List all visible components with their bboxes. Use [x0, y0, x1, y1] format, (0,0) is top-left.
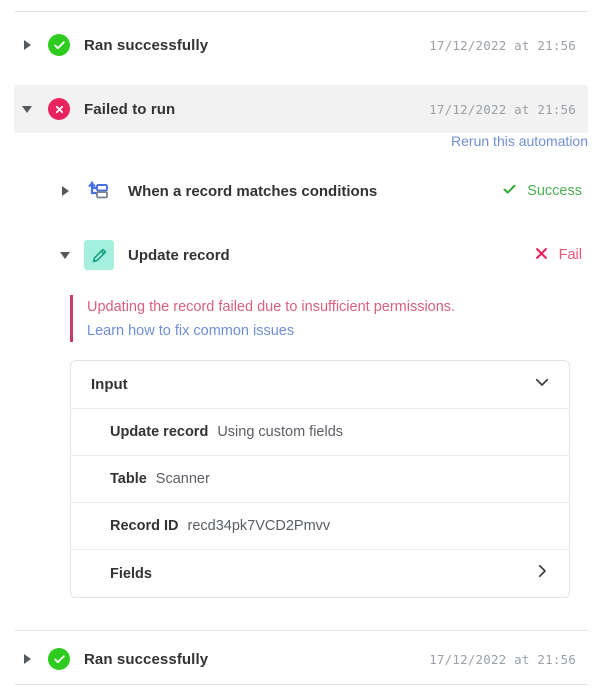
- input-row-key: Table: [110, 471, 147, 488]
- rerun-row: Rerun this automation: [0, 133, 602, 151]
- error-message-block: Updating the record failed due to insuff…: [70, 295, 602, 343]
- triangle-right-icon[interactable]: [14, 654, 40, 664]
- run-status-label: Ran successfully: [84, 36, 209, 54]
- input-row-value: recd34pk7VCD2Pmvv: [187, 518, 331, 535]
- x-mark-icon: [534, 246, 549, 265]
- check-circle-icon: [48, 34, 70, 56]
- error-message-text: Updating the record failed due to insuff…: [87, 299, 456, 315]
- input-card-row: Record ID recd34pk7VCD2Pmvv: [71, 503, 569, 551]
- input-card-header[interactable]: Input: [71, 361, 569, 410]
- input-card-row: Table Scanner: [71, 456, 569, 504]
- run-timestamp: 17/12/2022 at 21:56: [429, 651, 576, 667]
- input-card: Input Update record Using custom fields …: [70, 360, 570, 599]
- chevron-down-icon[interactable]: [533, 373, 551, 396]
- input-card-row: Update record Using custom fields: [71, 409, 569, 457]
- step-row-update-record[interactable]: Update record Fail: [0, 229, 602, 281]
- bottom-divider: [14, 630, 588, 631]
- input-row-key: Update record: [110, 424, 209, 441]
- input-row-key: Record ID: [110, 518, 179, 535]
- run-timestamp: 17/12/2022 at 21:56: [429, 101, 576, 117]
- triangle-down-icon[interactable]: [54, 251, 76, 259]
- rerun-automation-link[interactable]: Rerun this automation: [451, 133, 588, 149]
- run-timestamp: 17/12/2022 at 21:56: [429, 37, 576, 53]
- input-row-key: Fields: [110, 565, 152, 582]
- step-status-text: Success: [527, 183, 582, 199]
- run-status-label: Ran successfully: [84, 650, 209, 668]
- top-divider: [14, 11, 588, 12]
- triangle-right-icon[interactable]: [14, 40, 40, 50]
- step-label: When a record matches conditions: [128, 182, 378, 200]
- run-row-failed[interactable]: Failed to run 17/12/2022 at 21:56: [14, 85, 588, 133]
- triangle-down-icon[interactable]: [14, 105, 40, 113]
- triangle-right-icon[interactable]: [54, 186, 76, 196]
- step-status-text: Fail: [558, 247, 582, 263]
- step-label: Update record: [128, 246, 230, 264]
- step-row-trigger[interactable]: When a record matches conditions Success: [0, 165, 602, 217]
- input-row-value: Scanner: [155, 471, 210, 488]
- run-status-label: Failed to run: [84, 100, 176, 118]
- check-circle-icon: [48, 648, 70, 670]
- input-row-value: Using custom fields: [217, 424, 344, 441]
- fix-common-issues-link[interactable]: Learn how to fix common issues: [87, 320, 602, 342]
- check-mark-icon: [502, 182, 517, 201]
- trigger-conditions-icon: [84, 176, 114, 206]
- x-circle-icon: [48, 98, 70, 120]
- chevron-right-icon[interactable]: [533, 562, 551, 585]
- run-row-success-bottom[interactable]: Ran successfully 17/12/2022 at 21:56: [14, 635, 588, 683]
- input-card-title: Input: [91, 376, 128, 394]
- bottom-divider-2: [14, 684, 588, 685]
- input-card-row-fields[interactable]: Fields: [71, 550, 569, 597]
- step-status-fail: Fail: [534, 246, 582, 265]
- run-row-success-top[interactable]: Ran successfully 17/12/2022 at 21:56: [14, 21, 588, 69]
- run-detail-panel: Rerun this automation When a record matc…: [0, 133, 602, 599]
- pencil-icon: [84, 240, 114, 270]
- step-status-success: Success: [502, 182, 582, 201]
